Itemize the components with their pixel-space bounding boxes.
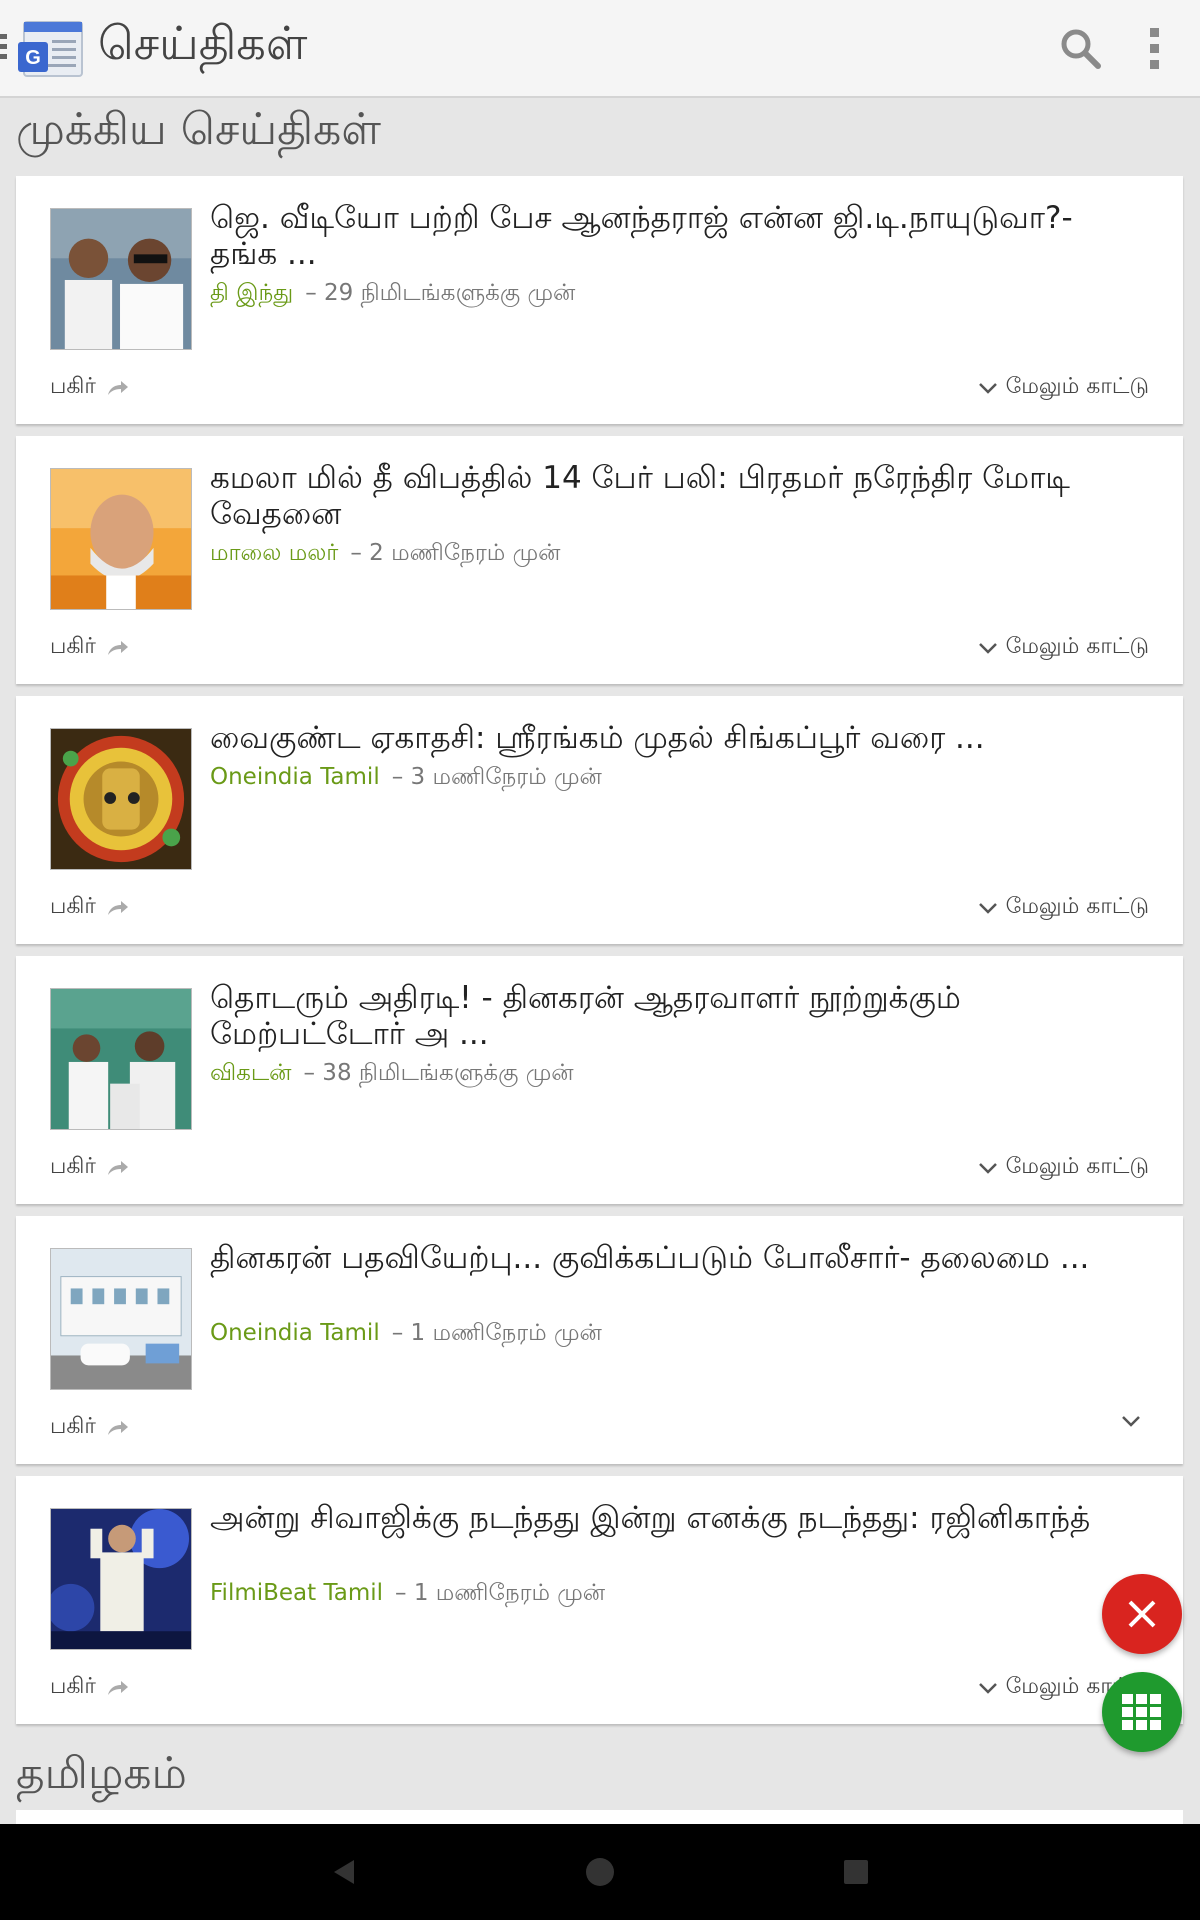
news-time: – 2 மணிநேரம் முன் <box>350 540 561 566</box>
news-thumbnail[interactable] <box>50 1248 192 1390</box>
news-thumbnail[interactable] <box>50 728 192 870</box>
news-thumbnail[interactable] <box>50 988 192 1130</box>
share-button[interactable]: பகிர் <box>50 894 130 922</box>
chevron-down-icon <box>978 643 997 654</box>
news-time: – 3 மணிநேரம் முன் <box>391 764 602 790</box>
chevron-down-icon <box>978 1163 997 1174</box>
grid-icon <box>1122 1694 1161 1730</box>
share-arrow-icon <box>107 641 128 655</box>
news-time: – 29 நிமிடங்களுக்கு முன் <box>305 280 576 306</box>
news-headline[interactable]: கமலா மில் தீ விபத்தில் 14 பேர் பலி: பிரத… <box>210 460 1130 532</box>
news-card[interactable]: அன்று சிவாஜிக்கு நடந்தது இன்று எனக்கு நட… <box>16 1476 1183 1724</box>
home-icon[interactable] <box>586 1858 614 1886</box>
app-title: செய்திகள் <box>98 16 308 70</box>
show-more-button[interactable]: மேலும் காட்டு <box>978 374 1149 402</box>
news-headline[interactable]: ஜெ. வீடியோ பற்றி பேச ஆனந்தராஜ் என்ன ஜி.ட… <box>210 200 1130 272</box>
overflow-menu-icon[interactable] <box>1140 24 1170 72</box>
svg-text:G: G <box>25 47 41 69</box>
share-label: பகிர் <box>50 1154 96 1179</box>
share-arrow-icon <box>107 901 128 915</box>
share-button[interactable]: பகிர் <box>50 1154 130 1182</box>
next-card-edge <box>16 1810 1183 1824</box>
close-icon <box>1128 1600 1156 1628</box>
news-headline[interactable]: அன்று சிவாஜிக்கு நடந்தது இன்று எனக்கு நட… <box>210 1500 1130 1536</box>
chevron-down-icon <box>978 1683 997 1694</box>
back-icon[interactable] <box>330 1858 358 1886</box>
chevron-down-icon <box>978 383 997 394</box>
share-button[interactable]: பகிர் <box>50 1674 130 1702</box>
news-headline[interactable]: தொடரும் அதிரடி! - தினகரன் ஆதரவாளர் நூற்ற… <box>210 980 1130 1052</box>
drawer-icon[interactable] <box>0 34 8 64</box>
news-time: – 1 மணிநேரம் முன் <box>395 1580 606 1606</box>
news-card[interactable]: ஜெ. வீடியோ பற்றி பேச ஆனந்தராஜ் என்ன ஜி.ட… <box>16 176 1183 424</box>
share-label: பகிர் <box>50 1414 96 1439</box>
news-time: – 1 மணிநேரம் முன் <box>391 1320 602 1346</box>
share-arrow-icon <box>107 1161 128 1175</box>
news-meta: FilmiBeat Tamil – 1 மணிநேரம் முன் <box>210 1580 605 1609</box>
news-meta: Oneindia Tamil – 3 மணிநேரம் முன் <box>210 764 602 793</box>
news-source[interactable]: மாலை மலர் <box>210 540 338 566</box>
search-icon[interactable] <box>1056 24 1104 72</box>
share-arrow-icon <box>107 1421 128 1435</box>
chevron-down-icon <box>1122 1416 1140 1427</box>
expand-button[interactable] <box>1121 1414 1149 1428</box>
close-fab-button[interactable] <box>1102 1574 1182 1654</box>
news-source[interactable]: விகடன் <box>210 1060 292 1086</box>
news-meta: விகடன் – 38 நிமிடங்களுக்கு முன் <box>210 1060 574 1089</box>
news-source[interactable]: FilmiBeat Tamil <box>210 1580 383 1606</box>
news-meta: தி இந்து – 29 நிமிடங்களுக்கு முன் <box>210 280 575 309</box>
share-label: பகிர் <box>50 634 96 659</box>
show-more-button[interactable]: மேலும் காட்டு <box>978 894 1149 922</box>
system-nav-bar <box>0 1824 1200 1920</box>
news-source[interactable]: Oneindia Tamil <box>210 764 380 790</box>
section-title-tamilnadu: தமிழகம் <box>16 1748 187 1799</box>
share-label: பகிர் <box>50 1674 96 1699</box>
share-button[interactable]: பகிர் <box>50 634 130 662</box>
share-button[interactable]: பகிர் <box>50 374 130 402</box>
news-thumbnail[interactable] <box>50 468 192 610</box>
news-card[interactable]: வைகுண்ட ஏகாதசி: ஸ்ரீரங்கம் முதல் சிங்கப்… <box>16 696 1183 944</box>
news-card[interactable]: கமலா மில் தீ விபத்தில் 14 பேர் பலி: பிரத… <box>16 436 1183 684</box>
app-bar: G செய்திகள் <box>0 0 1200 98</box>
news-source[interactable]: தி இந்து <box>210 280 293 306</box>
news-headline[interactable]: வைகுண்ட ஏகாதசி: ஸ்ரீரங்கம் முதல் சிங்கப்… <box>210 720 1130 756</box>
share-label: பகிர் <box>50 374 96 399</box>
news-headline[interactable]: தினகரன் பதவியேற்பு... குவிக்கப்படும் போல… <box>210 1240 1130 1276</box>
news-card[interactable]: தினகரன் பதவியேற்பு... குவிக்கப்படும் போல… <box>16 1216 1183 1464</box>
google-news-logo-icon[interactable]: G <box>16 18 88 80</box>
news-thumbnail[interactable] <box>50 208 192 350</box>
share-button[interactable]: பகிர் <box>50 1414 130 1442</box>
share-arrow-icon <box>107 1681 128 1695</box>
share-label: பகிர் <box>50 894 96 919</box>
news-source[interactable]: Oneindia Tamil <box>210 1320 380 1346</box>
chevron-down-icon <box>978 903 997 914</box>
show-more-label: மேலும் காட்டு <box>1005 1154 1149 1179</box>
section-title-top-stories: முக்கிய செய்திகள் <box>16 104 381 155</box>
show-more-button[interactable]: மேலும் காட்டு <box>978 1154 1149 1182</box>
show-more-label: மேலும் காட்டு <box>1005 374 1149 399</box>
news-thumbnail[interactable] <box>50 1508 192 1650</box>
show-more-button[interactable]: மேலும் காட்டு <box>978 634 1149 662</box>
show-more-label: மேலும் காட்டு <box>1005 634 1149 659</box>
show-more-label: மேலும் காட்டு <box>1005 894 1149 919</box>
share-arrow-icon <box>107 381 128 395</box>
news-card[interactable]: தொடரும் அதிரடி! - தினகரன் ஆதரவாளர் நூற்ற… <box>16 956 1183 1204</box>
news-meta: மாலை மலர் – 2 மணிநேரம் முன் <box>210 540 560 569</box>
recents-icon[interactable] <box>844 1860 868 1884</box>
news-time: – 38 நிமிடங்களுக்கு முன் <box>303 1060 574 1086</box>
news-meta: Oneindia Tamil – 1 மணிநேரம் முன் <box>210 1320 602 1349</box>
apps-grid-fab-button[interactable] <box>1102 1672 1182 1752</box>
